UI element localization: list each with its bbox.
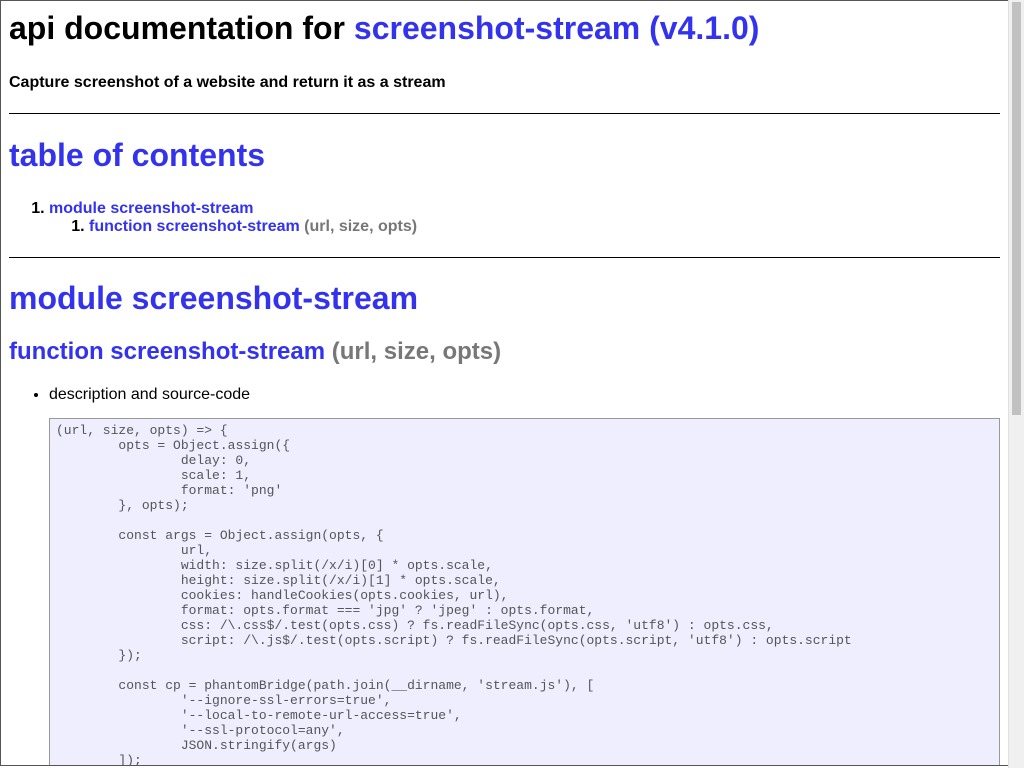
title-prefix: api documentation for: [9, 10, 345, 46]
function-name: function screenshot-stream: [9, 338, 326, 365]
divider: [9, 113, 1000, 114]
toc-link-module[interactable]: module screenshot-stream: [49, 200, 254, 217]
toc-link-function[interactable]: function screenshot-stream: [89, 218, 300, 235]
function-signature: (url, size, opts): [331, 338, 502, 365]
page-content: api documentation for screenshot-stream …: [1, 9, 1008, 765]
divider: [9, 257, 1000, 258]
toc-heading: table of contents: [9, 137, 266, 173]
package-link[interactable]: screenshot-stream (v4.1.0): [354, 10, 760, 46]
toc-item-module: module screenshot-stream function screen…: [49, 200, 1000, 236]
page-frame: api documentation for screenshot-stream …: [0, 0, 1008, 766]
function-heading: function screenshot-stream (url, size, o…: [9, 338, 1000, 366]
function-details-list: description and source-code: [9, 386, 1000, 404]
vertical-scrollbar[interactable]: [1008, 0, 1024, 768]
toc-function-signature: (url, size, opts): [304, 218, 418, 235]
scrollbar-thumb[interactable]: [1012, 2, 1021, 415]
package-description: Capture screenshot of a website and retu…: [9, 74, 446, 91]
toc-item-function: function screenshot-stream (url, size, o…: [89, 218, 1000, 236]
module-heading: module screenshot-stream: [9, 280, 419, 316]
description-bullet: description and source-code: [49, 386, 1000, 404]
page-title: api documentation for screenshot-stream …: [9, 9, 1000, 47]
toc-sublist: function screenshot-stream (url, size, o…: [49, 218, 1000, 236]
toc-list: module screenshot-stream function screen…: [9, 200, 1000, 236]
source-code-block: (url, size, opts) => { opts = Object.ass…: [49, 418, 1000, 765]
